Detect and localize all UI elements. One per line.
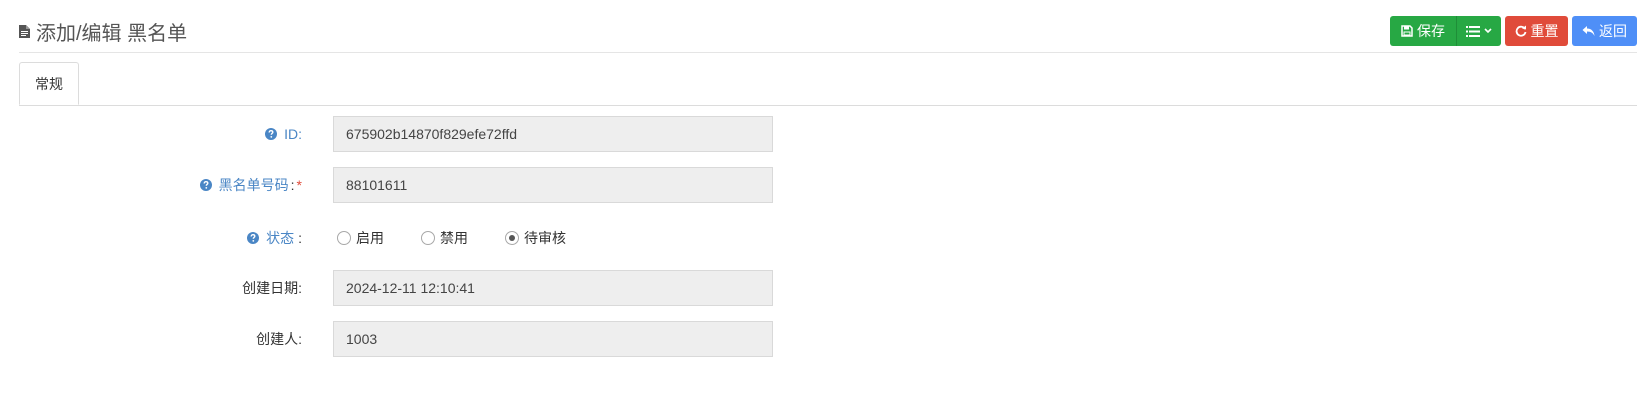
save-icon [1401, 25, 1413, 37]
file-icon [19, 25, 30, 38]
more-options-button[interactable] [1456, 16, 1501, 46]
refresh-icon [1515, 25, 1526, 37]
save-button-group: 保存 [1390, 16, 1501, 46]
radio-circle[interactable] [337, 231, 351, 245]
status-label-text: 状态 [266, 230, 295, 246]
status-radio-pending[interactable]: 待审核 [505, 228, 566, 248]
save-button-label: 保存 [1417, 23, 1445, 39]
reset-button[interactable]: 重置 [1505, 16, 1568, 46]
number-label-text: 黑名单号码 [218, 177, 289, 193]
form-row-number: 黑名单号码: * 88101611 [0, 167, 800, 203]
number-label-colon: : [290, 177, 295, 193]
question-circle-icon[interactable] [265, 128, 278, 140]
reset-button-label: 重置 [1530, 23, 1559, 39]
page-title-text: 添加/编辑 黑名单 [36, 23, 188, 45]
status-radio-disabled[interactable]: 禁用 [421, 228, 468, 248]
question-circle-icon[interactable] [199, 179, 212, 191]
id-field[interactable]: 675902b14870f829efe72ffd [333, 116, 773, 152]
chevron-down-icon [1484, 28, 1492, 34]
form-row-created-date: 创建日期: 2024-12-11 12:10:41 [0, 270, 800, 306]
number-label: 黑名单号码: * [0, 167, 302, 203]
status-label-colon: : [298, 230, 302, 246]
created-date-label: 创建日期: [242, 280, 302, 296]
status-radio-group: 启用 禁用 待审核 [337, 220, 603, 256]
radio-circle-checked[interactable] [505, 231, 519, 245]
status-label: 状态: [0, 220, 302, 256]
page-title: 添加/编辑 黑名单 [19, 17, 187, 46]
id-label-colon: : [298, 126, 302, 142]
reply-icon [1582, 26, 1595, 36]
back-button[interactable]: 返回 [1572, 16, 1637, 46]
creator-field[interactable]: 1003 [333, 321, 773, 357]
required-mark: * [296, 177, 302, 193]
created-date-field[interactable]: 2024-12-11 12:10:41 [333, 270, 773, 306]
tab-general[interactable]: 常规 [19, 62, 79, 105]
blacklist-number-field[interactable]: 88101611 [333, 167, 773, 203]
form-row-id: ID: 675902b14870f829efe72ffd [0, 116, 800, 152]
status-radio-enabled[interactable]: 启用 [337, 228, 384, 248]
list-icon [1466, 25, 1480, 37]
save-button[interactable]: 保存 [1390, 16, 1456, 46]
form-row-creator: 创建人: 1003 [0, 321, 800, 357]
tab-bar: 常规 [19, 62, 1637, 106]
id-label: ID: [0, 116, 302, 152]
toolbar: 保存 重置 返回 [1390, 16, 1637, 46]
status-option-label: 禁用 [440, 230, 468, 246]
back-button-label: 返回 [1599, 23, 1627, 39]
status-option-label: 待审核 [524, 230, 566, 246]
creator-label: 创建人: [256, 331, 302, 347]
id-label-text: ID [284, 126, 299, 142]
question-circle-icon[interactable] [247, 232, 260, 244]
status-option-label: 启用 [356, 230, 384, 246]
form-row-status: 状态: 启用 禁用 待审核 [0, 220, 800, 256]
page-header: 添加/编辑 黑名单 保存 重置 返回 [19, 14, 1637, 53]
radio-circle[interactable] [421, 231, 435, 245]
